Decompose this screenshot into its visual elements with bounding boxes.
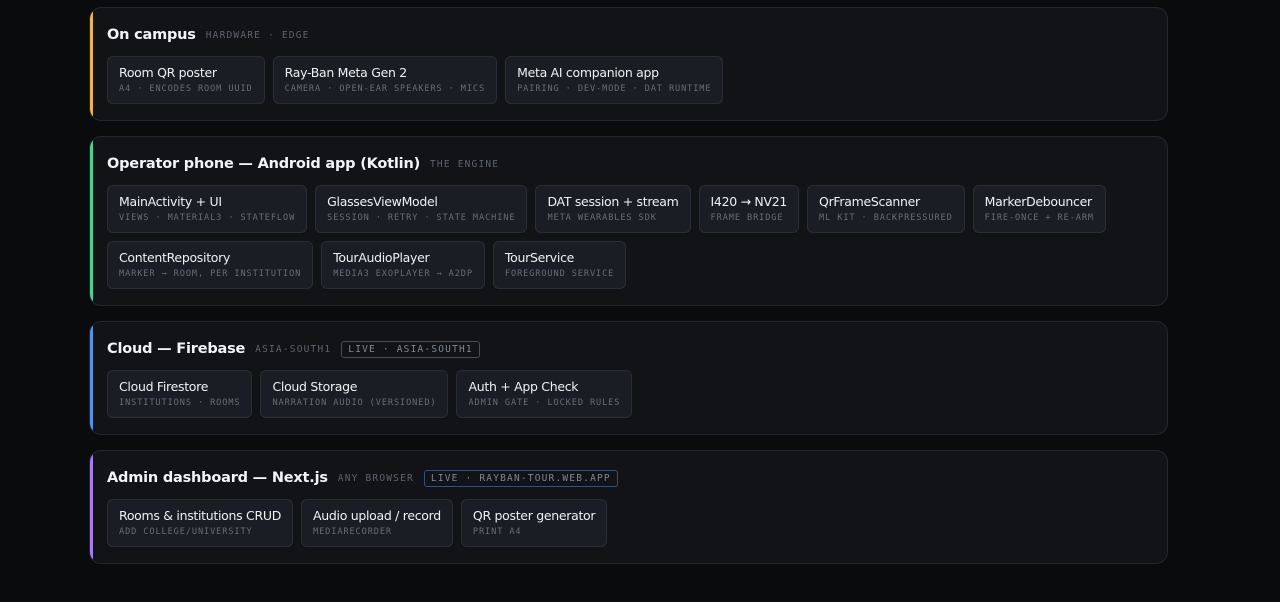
layer-section: On campus HARDWARE · EDGE Room QR poster A4… — [89, 7, 1168, 121]
component-card: GlassesViewModel SESSION · RETRY · STATE … — [315, 185, 528, 233]
section-header: Cloud — Firebase ASIA-SOUTH1 LIVE · ASIA-S… — [107, 338, 1150, 360]
section-accent-bar — [90, 8, 93, 120]
component-card: TourService FOREGROUND SERVICE — [492, 241, 627, 289]
component-title: TourService — [504, 250, 575, 265]
component-subtitle: INSTITUTIONS · ROOMS — [119, 398, 241, 408]
section-title: Cloud — Firebase — [107, 341, 246, 357]
component-title: MarkerDebouncer — [984, 194, 1092, 209]
component-subtitle: CAMERA · OPEN-EAR SPEAKERS · MICS — [284, 84, 486, 94]
component-subtitle: META WEARABLES SDK — [547, 213, 657, 223]
component-title: MainActivity + UI — [119, 194, 222, 209]
component-card: Ray-Ban Meta Gen 2 CAMERA · OPEN-EAR SPEA… — [272, 56, 498, 104]
layer-section: Operator phone — Android app (Kotlin) THE… — [89, 136, 1168, 306]
component-subtitle: MARKER → ROOM, PER INSTITUTION — [119, 269, 302, 279]
component-cards: MainActivity + UI VIEWS · MATERIAL3 · STA… — [107, 185, 1150, 289]
component-cards: Rooms & institutions CRUD ADD COLLEGE/UNI… — [107, 499, 1150, 547]
component-subtitle: PRINT A4 — [472, 527, 522, 537]
component-card: TourAudioPlayer MEDIA3 EXOPLAYER → A2DP — [321, 241, 485, 289]
section-tag: HARDWARE · EDGE — [205, 29, 310, 41]
component-subtitle: FIRE-ONCE + RE-ARM — [984, 213, 1095, 223]
live-status-badge: LIVE · RAYBAN-TOUR.WEB.APP — [423, 469, 618, 487]
component-title: Cloud Firestore — [119, 379, 209, 394]
component-subtitle: FRAME BRIDGE — [710, 213, 784, 223]
component-cards: Room QR poster A4 · ENCODES ROOM UUID Ray-… — [107, 56, 1150, 104]
section-tag: ASIA-SOUTH1 — [255, 343, 332, 355]
component-card: Audio upload / record MEDIARECORDER — [301, 499, 453, 547]
component-title: Ray-Ban Meta Gen 2 — [284, 65, 408, 80]
component-title: Cloud Storage — [272, 379, 358, 394]
component-card: Meta AI companion app PAIRING · DEV-MODE … — [505, 56, 724, 104]
section-title: Operator phone — Android app (Kotlin) — [107, 156, 421, 172]
layer-section: Cloud — Firebase ASIA-SOUTH1 LIVE · ASIA-S… — [89, 321, 1168, 435]
component-title: Meta AI companion app — [517, 65, 659, 80]
component-title: QR poster generator — [472, 508, 596, 523]
component-card: ContentRepository MARKER → ROOM, PER INST… — [107, 241, 314, 289]
section-header: Operator phone — Android app (Kotlin) THE… — [107, 153, 1150, 175]
component-card: DAT session + stream META WEARABLES SDK — [535, 185, 691, 233]
component-title: Audio upload / record — [313, 508, 441, 523]
component-title: ContentRepository — [119, 250, 231, 265]
section-accent-bar — [90, 137, 93, 305]
component-title: Auth + App Check — [468, 379, 579, 394]
component-title: Room QR poster — [119, 65, 217, 80]
live-status-badge: LIVE · ASIA-SOUTH1 — [341, 340, 480, 358]
section-accent-bar — [90, 451, 93, 563]
component-card: Cloud Firestore INSTITUTIONS · ROOMS — [107, 370, 253, 418]
section-tag: THE ENGINE — [430, 158, 500, 170]
component-subtitle: PAIRING · DEV-MODE · DAT RUNTIME — [517, 84, 712, 94]
component-card: Rooms & institutions CRUD ADD COLLEGE/UNI… — [107, 499, 294, 547]
section-tag: ANY BROWSER — [337, 472, 414, 484]
component-title: TourAudioPlayer — [333, 250, 430, 265]
layer-section: Admin dashboard — Next.js ANY BROWSER LIVE… — [89, 450, 1168, 564]
section-accent-bar — [90, 322, 93, 434]
component-subtitle: VIEWS · MATERIAL3 · STATEFLOW — [119, 213, 296, 223]
component-title: I420 → NV21 — [710, 194, 788, 209]
component-subtitle: ADMIN GATE · LOCKED RULES — [468, 398, 621, 408]
component-cards: Cloud Firestore INSTITUTIONS · ROOMS Cloud… — [107, 370, 1150, 418]
component-title: QrFrameScanner — [819, 194, 920, 209]
component-card: Room QR poster A4 · ENCODES ROOM UUID — [107, 56, 265, 104]
component-card: MarkerDebouncer FIRE-ONCE + RE-ARM — [972, 185, 1107, 233]
component-subtitle: A4 · ENCODES ROOM UUID — [119, 84, 253, 94]
component-title: DAT session + stream — [547, 194, 679, 209]
component-subtitle: ADD COLLEGE/UNIVERSITY — [119, 527, 253, 537]
component-card: Auth + App Check ADMIN GATE · LOCKED RULE… — [456, 370, 633, 418]
component-subtitle: MEDIARECORDER — [313, 527, 392, 537]
component-subtitle: MEDIA3 EXOPLAYER → A2DP — [333, 269, 473, 279]
component-card: QrFrameScanner ML KIT · BACKPRESSURED — [807, 185, 965, 233]
component-card: Cloud Storage NARRATION AUDIO (VERSIONED) — [260, 370, 449, 418]
component-title: Rooms & institutions CRUD — [119, 508, 282, 523]
architecture-diagram: On campus HARDWARE · EDGE Room QR poster A4… — [89, 7, 1168, 579]
component-card: QR poster generator PRINT A4 — [460, 499, 608, 547]
component-subtitle: FOREGROUND SERVICE — [504, 269, 615, 279]
component-subtitle: SESSION · RETRY · STATE MACHINE — [327, 213, 516, 223]
component-title: GlassesViewModel — [327, 194, 438, 209]
component-subtitle: NARRATION AUDIO (VERSIONED) — [272, 398, 437, 408]
component-subtitle: ML KIT · BACKPRESSURED — [819, 213, 953, 223]
section-header: On campus HARDWARE · EDGE — [107, 24, 1150, 46]
section-title: On campus — [107, 27, 196, 43]
section-header: Admin dashboard — Next.js ANY BROWSER LIVE… — [107, 467, 1150, 489]
section-title: Admin dashboard — Next.js — [107, 470, 328, 486]
component-card: MainActivity + UI VIEWS · MATERIAL3 · STA… — [107, 185, 308, 233]
component-card: I420 → NV21 FRAME BRIDGE — [698, 185, 800, 233]
